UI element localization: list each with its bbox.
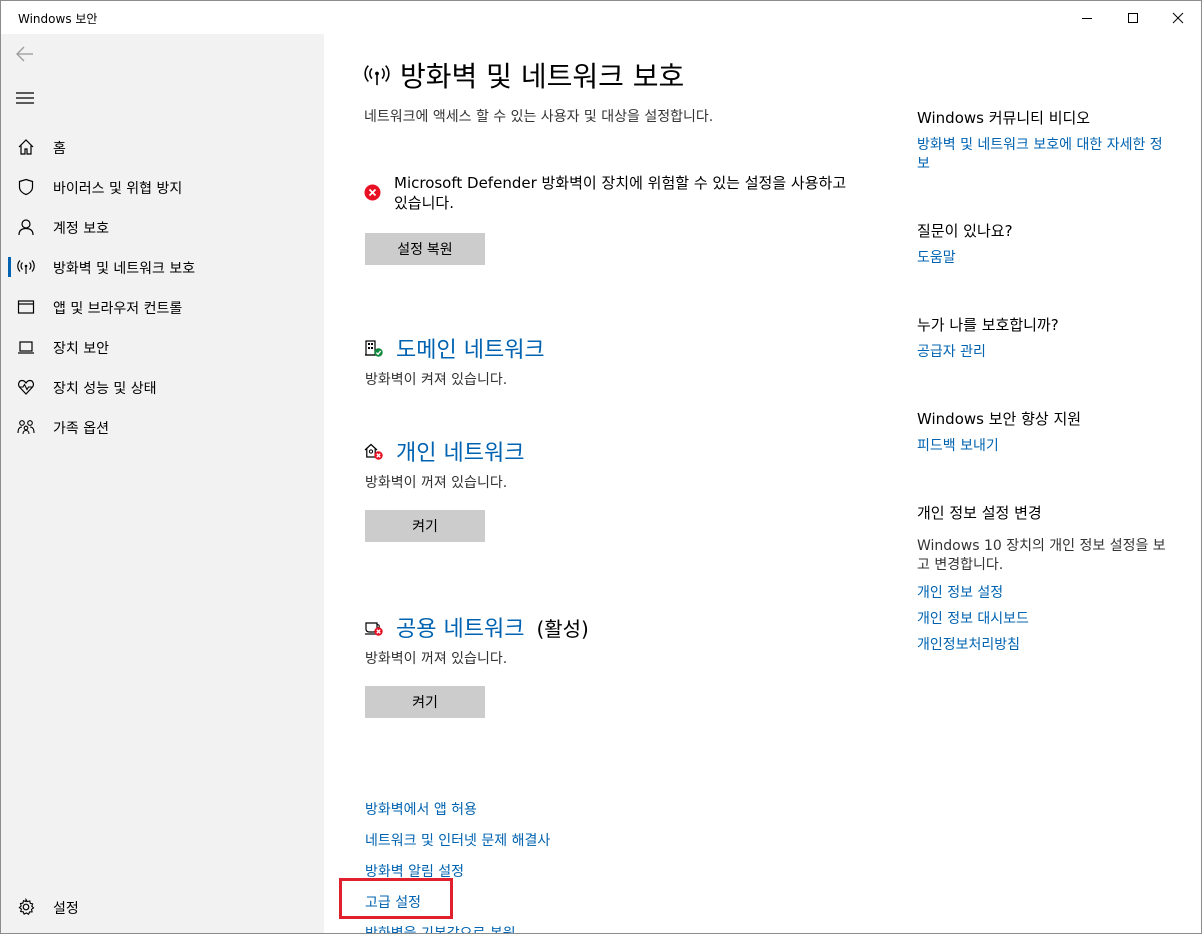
window-title: Windows 보안	[18, 12, 98, 26]
restore-settings-button[interactable]: 설정 복원	[365, 233, 485, 265]
private-network-name: 개인 네트워크	[396, 441, 525, 466]
heart-pulse-icon	[17, 378, 35, 396]
settings-label: 설정	[53, 901, 79, 917]
close-button[interactable]	[1155, 1, 1201, 34]
page-title: 방화벽 및 네트워크 보호	[364, 55, 684, 95]
alert-text: Microsoft Defender 방화벽이 장치에 위험할 수 있는 설정을…	[394, 174, 847, 212]
home-icon	[17, 138, 35, 156]
sidebar-item-family-options[interactable]: 가족 옵션	[1, 407, 324, 447]
sidebar-item-settings[interactable]: 설정	[1, 887, 324, 927]
family-icon	[17, 418, 35, 436]
public-network-turn-on-button[interactable]: 켜기	[365, 686, 485, 718]
domain-network-link[interactable]: 도메인 네트워크	[364, 332, 545, 364]
private-network-turn-on-button[interactable]: 켜기	[365, 510, 485, 542]
improve-section: Windows 보안 향상 지원 피드백 보내기	[917, 408, 1167, 456]
sidebar-item-label: 방화벽 및 네트워크 보호	[53, 261, 196, 277]
minimize-icon	[1082, 17, 1092, 19]
sidebar-item-app-browser-control[interactable]: 앱 및 브라우저 컨트롤	[1, 287, 324, 327]
privacy-statement-link[interactable]: 개인정보처리방침	[917, 636, 1167, 655]
privacy-dashboard-link[interactable]: 개인 정보 대시보드	[917, 610, 1167, 629]
sidebar-item-device-performance[interactable]: 장치 성능 및 상태	[1, 367, 324, 407]
question-section: 질문이 있나요? 도움말	[917, 220, 1167, 268]
back-arrow-icon	[16, 46, 33, 62]
sidebar-item-label: 앱 및 브라우저 컨트롤	[53, 301, 183, 317]
privacy-description: Windows 10 장치의 개인 정보 설정을 보고 변경합니다.	[917, 538, 1166, 573]
firewall-info-link[interactable]: 방화벽 및 네트워크 보호에 대한 자세한 정보	[917, 136, 1167, 174]
gear-icon	[17, 898, 35, 916]
menu-button[interactable]	[13, 86, 37, 110]
back-button[interactable]	[13, 42, 37, 66]
maximize-icon	[1128, 12, 1138, 23]
maximize-button[interactable]	[1110, 1, 1156, 34]
public-network-status: 방화벽이 꺼져 있습니다.	[365, 651, 508, 667]
annotation-highlight-box	[339, 878, 453, 919]
main-content: 방화벽 및 네트워크 보호 네트워크에 액세스 할 수 있는 사용자 및 대상을…	[324, 34, 1201, 933]
send-feedback-link[interactable]: 피드백 보내기	[917, 437, 1167, 456]
troubleshooter-link[interactable]: 네트워크 및 인터넷 문제 해결사	[365, 830, 550, 850]
error-icon	[364, 184, 381, 201]
sidebar-item-label: 계정 보호	[53, 221, 109, 237]
laptop-icon	[17, 338, 35, 356]
antenna-icon	[364, 65, 390, 86]
privacy-settings-link[interactable]: 개인 정보 설정	[917, 584, 1167, 603]
sidebar-item-device-security[interactable]: 장치 보안	[1, 327, 324, 367]
person-icon	[17, 218, 35, 236]
minimize-button[interactable]	[1064, 1, 1110, 34]
windows-security-window: Windows 보안 홈 바이러스 및 위협 방지 계정 보호 방화벽 및 네트…	[0, 0, 1202, 934]
sidebar-item-label: 가족 옵션	[53, 421, 109, 437]
active-indicator	[8, 257, 11, 277]
question-heading: 질문이 있나요?	[917, 222, 1013, 240]
sidebar-item-firewall[interactable]: 방화벽 및 네트워크 보호	[1, 247, 324, 287]
sidebar-item-virus-protection[interactable]: 바이러스 및 위협 방지	[1, 167, 324, 207]
sidebar-item-label: 바이러스 및 위협 방지	[53, 181, 183, 197]
sidebar-item-account-protection[interactable]: 계정 보호	[1, 207, 324, 247]
sidebar-item-label: 장치 성능 및 상태	[53, 381, 157, 397]
public-network-link[interactable]: 공용 네트워크 (활성)	[364, 611, 589, 643]
improve-heading: Windows 보안 향상 지원	[917, 410, 1082, 428]
domain-network-status: 방화벽이 켜져 있습니다.	[365, 372, 508, 388]
public-network-name: 공용 네트워크	[396, 617, 525, 642]
domain-network-name: 도메인 네트워크	[396, 338, 545, 363]
browser-window-icon	[17, 298, 35, 316]
private-network-link[interactable]: 개인 네트워크	[364, 435, 524, 467]
community-section: Windows 커뮤니티 비디오 방화벽 및 네트워크 보호에 대한 자세한 정…	[917, 107, 1167, 174]
community-heading: Windows 커뮤니티 비디오	[917, 109, 1091, 127]
sidebar-item-home[interactable]: 홈	[1, 127, 324, 167]
help-link[interactable]: 도움말	[917, 249, 1167, 268]
protector-heading: 누가 나를 보호합니까?	[917, 316, 1059, 334]
privacy-heading: 개인 정보 설정 변경	[917, 504, 1042, 522]
domain-network-icon	[364, 337, 386, 359]
active-network-badge: (활성)	[536, 616, 589, 641]
restore-defaults-link[interactable]: 방화벽을 기본값으로 복원	[365, 923, 516, 933]
private-network-status: 방화벽이 꺼져 있습니다.	[365, 475, 508, 491]
hamburger-icon	[16, 92, 34, 104]
page-title-text: 방화벽 및 네트워크 보호	[400, 60, 685, 93]
title-bar: Windows 보안	[1, 1, 1201, 34]
sidebar: 홈 바이러스 및 위협 방지 계정 보호 방화벽 및 네트워크 보호 앱 및 브…	[1, 34, 324, 933]
shield-icon	[17, 178, 35, 196]
protector-section: 누가 나를 보호합니까? 공급자 관리	[917, 314, 1167, 362]
manage-providers-link[interactable]: 공급자 관리	[917, 343, 1167, 362]
sidebar-item-label: 홈	[53, 141, 66, 157]
close-icon	[1172, 12, 1184, 23]
page-subtitle: 네트워크에 액세스 할 수 있는 사용자 및 대상을 설정합니다.	[364, 109, 714, 125]
private-network-icon	[364, 440, 386, 462]
public-network-icon	[364, 616, 386, 638]
privacy-section: 개인 정보 설정 변경 Windows 10 장치의 개인 정보 설정을 보고 …	[917, 502, 1167, 655]
allow-app-link[interactable]: 방화벽에서 앱 허용	[365, 799, 477, 819]
antenna-icon	[17, 258, 35, 276]
sidebar-item-label: 장치 보안	[53, 341, 109, 357]
